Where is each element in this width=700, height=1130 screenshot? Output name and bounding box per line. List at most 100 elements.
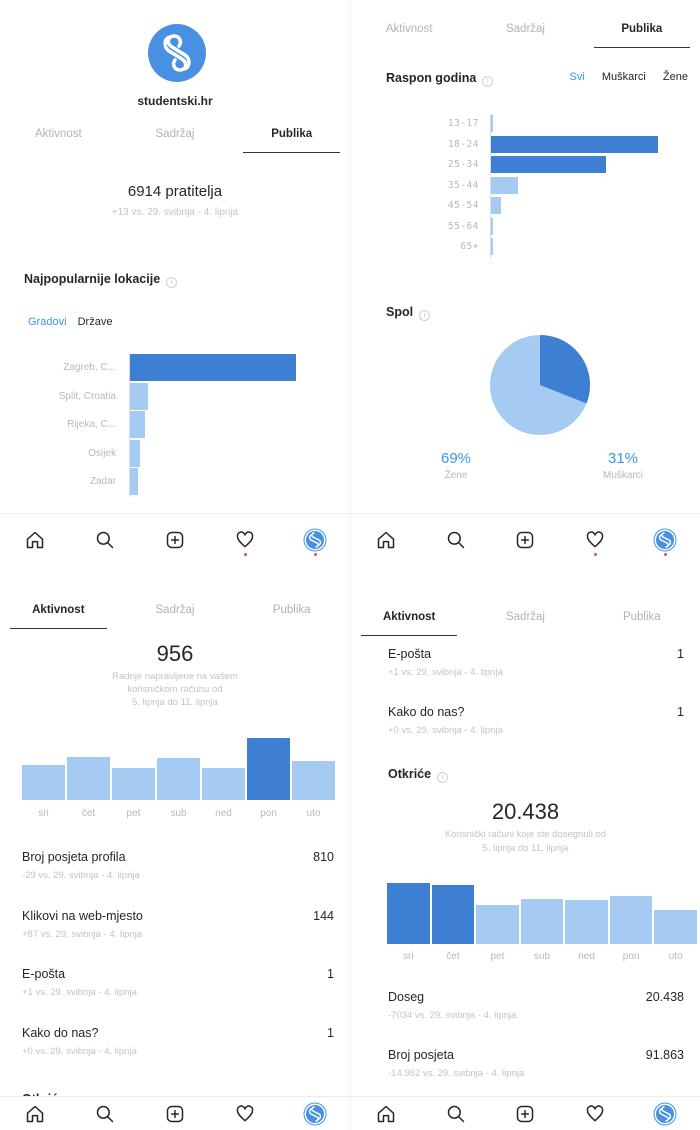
heart-icon-svg [586, 530, 604, 547]
heart-icon[interactable] [231, 1100, 259, 1128]
metric-row[interactable]: E-pošta 1 +1 vs. 29. svibnja - 4. lipnja [388, 647, 684, 678]
tab-content[interactable]: Sadržaj [467, 10, 583, 48]
tab-activity[interactable]: Aktivnost [0, 115, 117, 153]
info-icon[interactable]: i [166, 277, 178, 288]
metric-change: -29 vs. 29. svibnja - 4. lipnja [22, 870, 140, 881]
tab-content[interactable]: Sadržaj [467, 598, 583, 636]
day-bar[interactable] [112, 767, 155, 800]
add-post-icon[interactable] [511, 1100, 539, 1128]
metric-value: 20.438 [645, 990, 684, 1004]
age-bar[interactable] [491, 197, 502, 214]
age-bar[interactable] [491, 115, 493, 132]
age-bar[interactable] [491, 176, 518, 194]
profile-icon-svg [653, 1102, 677, 1125]
tab-audience[interactable]: Publika [233, 591, 350, 629]
day-bar[interactable] [520, 898, 564, 944]
add-post-icon[interactable] [161, 1100, 189, 1128]
profile-icon[interactable] [301, 526, 329, 556]
men-stat: 31% Muškarci [588, 450, 658, 481]
location-bar[interactable] [130, 411, 145, 438]
metric-header: E-pošta 1 [388, 647, 684, 661]
avatar[interactable] [148, 24, 206, 82]
profile-icon[interactable] [651, 526, 679, 556]
metric-value: 1 [677, 647, 684, 661]
info-icon[interactable]: i [437, 772, 449, 783]
filter-all[interactable]: Svi [570, 71, 585, 83]
metric-row[interactable]: Broj posjeta profila 810 -29 vs. 29. svibn… [22, 850, 334, 881]
profile-icon[interactable] [651, 1100, 679, 1128]
day-bar[interactable] [67, 756, 110, 800]
day-bar[interactable] [565, 900, 608, 944]
age-bar[interactable] [491, 156, 607, 173]
metric-row[interactable]: Broj posjeta 91.863 -14.982 vs. 29. svibnj… [388, 1048, 684, 1079]
day-bar[interactable] [387, 883, 430, 944]
day-label: uto [668, 951, 683, 962]
metric-header: Kako do nas? 1 [22, 1026, 334, 1040]
tab-activity[interactable]: Aktivnost [0, 591, 117, 629]
reach-caption-line1: Korisnički računi koje ste dosegnuli od [444, 829, 607, 840]
search-icon[interactable] [442, 526, 470, 554]
info-icon[interactable]: i [482, 76, 494, 87]
tab-audience[interactable]: Publika [584, 10, 700, 48]
search-icon[interactable] [442, 1100, 470, 1128]
filter-men[interactable]: Muškarci [602, 71, 646, 83]
filter-women[interactable]: Žene [663, 71, 688, 83]
home-icon[interactable] [21, 1100, 49, 1128]
day-bar[interactable] [476, 904, 519, 944]
day-bar[interactable] [292, 760, 335, 800]
day-label: pet [126, 808, 141, 819]
day-bar[interactable] [247, 738, 290, 800]
home-icon[interactable] [21, 526, 49, 554]
tab-content[interactable]: Sadržaj [117, 591, 234, 629]
notification-dot [243, 552, 247, 556]
day-label: sub [533, 951, 551, 962]
profile-icon[interactable] [301, 1100, 329, 1128]
age-bar[interactable] [491, 217, 493, 235]
heart-icon[interactable] [231, 526, 259, 556]
tab-activity[interactable]: Aktivnost [351, 10, 467, 48]
home-icon[interactable] [372, 1100, 400, 1128]
day-bar[interactable] [22, 765, 65, 800]
location-label: Split, Croatia [58, 390, 116, 402]
home-icon[interactable] [372, 526, 400, 554]
interactions-caption-line1: Radnje napravljene na vašem [112, 671, 238, 682]
heart-icon-svg [236, 1104, 254, 1121]
location-bar[interactable] [130, 354, 296, 381]
add-post-icon[interactable] [161, 526, 189, 554]
tab-activity[interactable]: Aktivnost [351, 598, 467, 636]
filter-countries[interactable]: Države [78, 316, 113, 328]
location-bar[interactable] [130, 382, 149, 410]
day-bar[interactable] [654, 909, 697, 944]
home-icon-svg [26, 531, 44, 548]
metric-row[interactable]: Kako do nas? 1 +0 vs. 29. svibnja - 4. lip… [388, 705, 684, 736]
location-bar[interactable] [130, 468, 139, 495]
day-label: pet [490, 951, 505, 962]
username: studentski.hr [137, 94, 213, 108]
age-bar[interactable] [491, 238, 493, 255]
add-post-icon-svg [517, 1105, 534, 1122]
discovery-title-text: Otkriće [388, 767, 432, 781]
metric-row[interactable]: Klikovi na web-mjesto 144 +87 vs. 29. svib… [22, 909, 334, 940]
search-icon[interactable] [91, 1100, 119, 1128]
day-bar[interactable] [609, 896, 653, 944]
day-bar[interactable] [202, 767, 245, 800]
age-bar[interactable] [491, 135, 658, 153]
location-bar[interactable] [130, 439, 140, 467]
day-bar[interactable] [431, 884, 475, 944]
day-label: uto [306, 808, 321, 819]
heart-icon[interactable] [581, 526, 609, 556]
tab-audience[interactable]: Publika [233, 115, 350, 153]
tab-content[interactable]: Sadržaj [117, 115, 234, 153]
tab-audience[interactable]: Publika [584, 598, 700, 636]
metric-row[interactable]: Kako do nas? 1 +0 vs. 29. svibnja - 4. lip… [22, 1026, 334, 1057]
info-icon[interactable]: i [419, 310, 431, 321]
metric-row[interactable]: Doseg 20.438 -7034 vs. 29. svibnja - 4. li… [388, 990, 684, 1021]
metric-label: E-pošta [388, 647, 432, 661]
metric-row[interactable]: E-pošta 1 +1 vs. 29. svibnja - 4. lipnja [22, 967, 334, 998]
search-icon[interactable] [91, 526, 119, 554]
heart-icon[interactable] [581, 1100, 609, 1128]
add-post-icon[interactable] [511, 526, 539, 554]
filter-cities[interactable]: Gradovi [28, 316, 67, 328]
day-bar[interactable] [157, 757, 200, 800]
metric-value: 810 [313, 850, 334, 864]
